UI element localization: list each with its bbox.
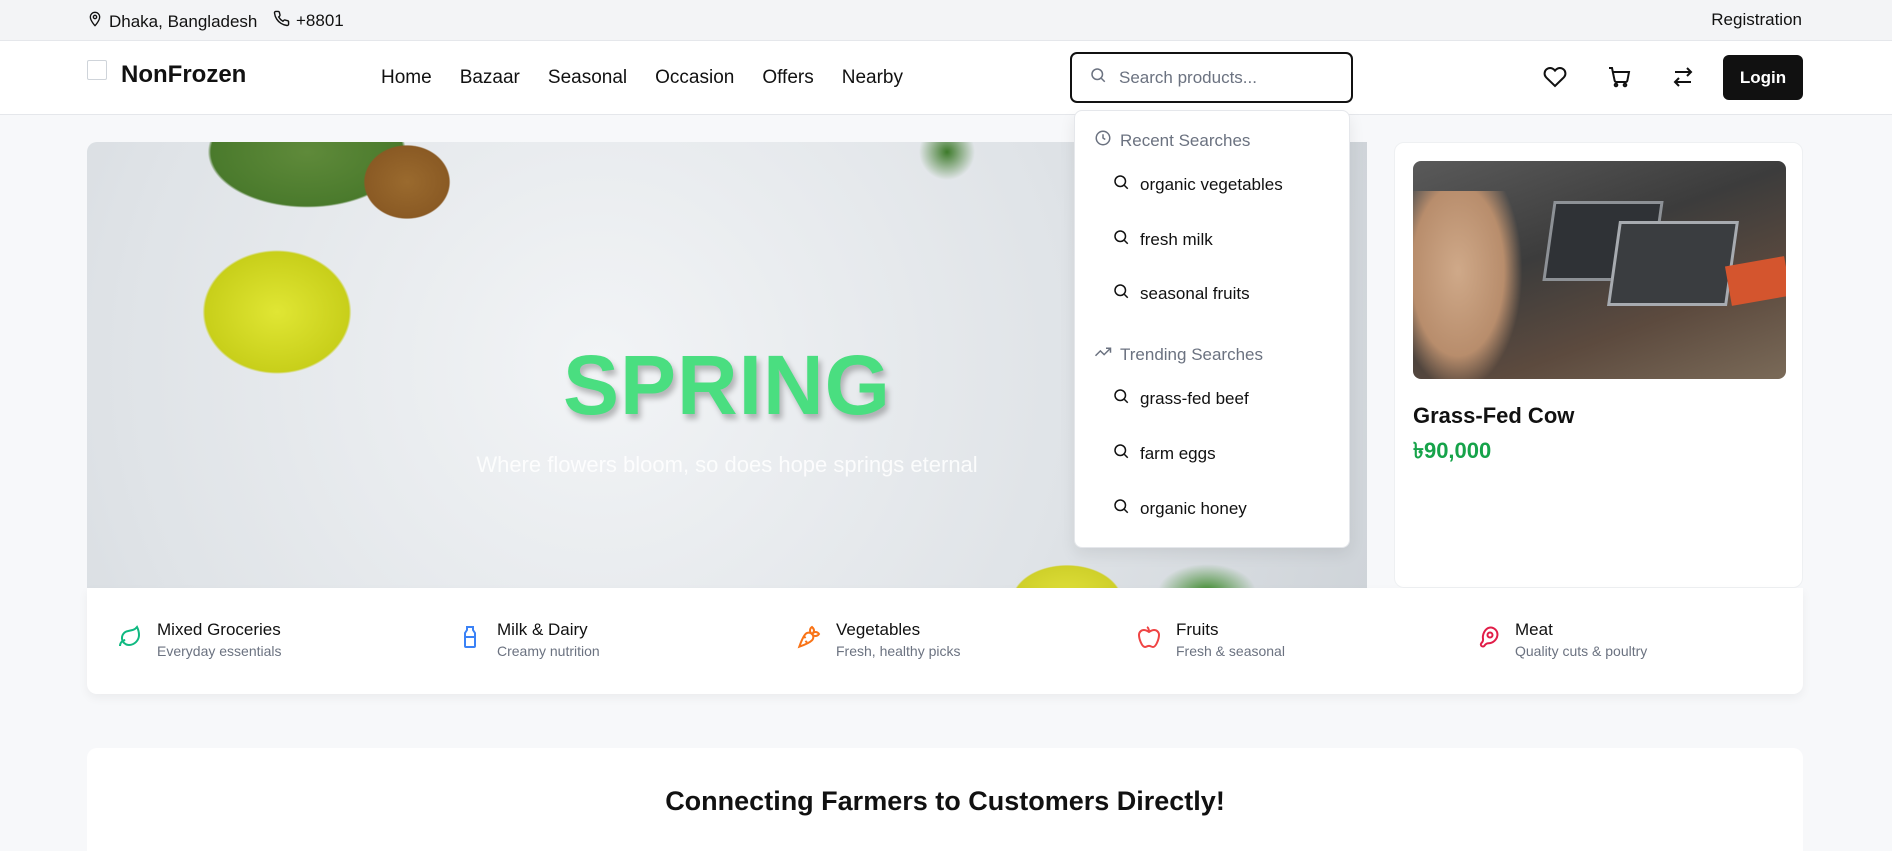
recent-searches-header: Recent Searches (1094, 129, 1250, 152)
trending-search-item[interactable]: grass-fed beef (1112, 387, 1249, 410)
category-subtitle: Creamy nutrition (497, 643, 600, 659)
heart-icon[interactable] (1543, 65, 1567, 89)
phone-info: +8801 (273, 10, 349, 32)
nav-seasonal[interactable]: Seasonal (548, 67, 627, 89)
map-pin-icon (87, 10, 103, 33)
location-text: Dhaka, Bangladesh (109, 11, 258, 31)
category-vegetables[interactable]: Vegetables Fresh, healthy picks (796, 620, 961, 659)
phone-icon (273, 10, 290, 32)
product-image (1413, 161, 1786, 379)
brand-name: NonFrozen (121, 61, 247, 88)
registration-link[interactable]: Registration (1711, 10, 1802, 30)
category-subtitle: Fresh & seasonal (1176, 643, 1285, 659)
category-subtitle: Everyday essentials (157, 643, 282, 659)
category-milk-dairy[interactable]: Milk & Dairy Creamy nutrition (457, 620, 600, 659)
compare-icon[interactable] (1671, 65, 1695, 89)
nav-home[interactable]: Home (381, 67, 432, 89)
meat-icon (1475, 624, 1501, 650)
search-icon (1089, 66, 1107, 89)
milk-bottle-icon (457, 624, 483, 650)
search-icon (1112, 282, 1130, 305)
phone-text: +8801 (296, 11, 344, 30)
category-title: Milk & Dairy (497, 620, 588, 639)
search-icon (1112, 228, 1130, 251)
recent-search-item[interactable]: organic vegetables (1112, 173, 1283, 196)
category-bar: Mixed Groceries Everyday essentials Milk… (87, 588, 1803, 694)
top-info-bar: Dhaka, Bangladesh +8801 Registration (0, 0, 1892, 41)
category-title: Meat (1515, 620, 1553, 639)
category-title: Vegetables (836, 620, 921, 639)
nav-offers[interactable]: Offers (762, 67, 813, 89)
nav-icons (1543, 65, 1695, 89)
nav-occasion[interactable]: Occasion (655, 67, 734, 89)
brand[interactable]: NonFrozen (87, 60, 247, 89)
category-fruits[interactable]: Fruits Fresh & seasonal (1136, 620, 1285, 659)
nav-bazaar[interactable]: Bazaar (460, 67, 520, 89)
search-icon (1112, 442, 1130, 465)
category-subtitle: Quality cuts & poultry (1515, 643, 1648, 659)
recent-search-item[interactable]: seasonal fruits (1112, 282, 1250, 305)
search-icon (1112, 173, 1130, 196)
trending-up-icon (1094, 343, 1112, 366)
category-title: Fruits (1176, 620, 1219, 639)
nav-nearby[interactable]: Nearby (842, 67, 903, 89)
category-meat[interactable]: Meat Quality cuts & poultry (1475, 620, 1647, 659)
section-title: Connecting Farmers to Customers Directly… (665, 786, 1225, 816)
login-button[interactable]: Login (1723, 55, 1803, 100)
clock-icon (1094, 129, 1112, 152)
featured-product-card[interactable]: Grass-Fed Cow ৳90,000 (1394, 142, 1803, 588)
location-info: Dhaka, Bangladesh (87, 10, 257, 33)
product-name: Grass-Fed Cow (1413, 403, 1575, 428)
carrot-icon (796, 624, 822, 650)
leaf-icon (117, 624, 143, 650)
trending-searches-header: Trending Searches (1094, 343, 1263, 366)
trending-search-item[interactable]: farm eggs (1112, 442, 1216, 465)
search-icon (1112, 497, 1130, 520)
trending-search-item[interactable]: organic honey (1112, 497, 1247, 520)
apple-icon (1136, 624, 1162, 650)
search-suggestions-dropdown: Recent Searches organic vegetables fresh… (1074, 110, 1350, 548)
category-title: Mixed Groceries (157, 620, 281, 639)
category-subtitle: Fresh, healthy picks (836, 643, 961, 659)
search-box[interactable] (1070, 52, 1353, 103)
farmers-section: Connecting Farmers to Customers Directly… (87, 748, 1803, 851)
product-price: ৳90,000 (1413, 438, 1492, 463)
search-icon (1112, 387, 1130, 410)
main-navbar: NonFrozen Home Bazaar Seasonal Occasion … (0, 41, 1892, 115)
nav-links: Home Bazaar Seasonal Occasion Offers Nea… (381, 67, 903, 89)
cart-icon[interactable] (1607, 65, 1631, 89)
logo-image (87, 60, 107, 80)
category-mixed-groceries[interactable]: Mixed Groceries Everyday essentials (117, 620, 282, 659)
search-input[interactable] (1119, 67, 1329, 88)
recent-search-item[interactable]: fresh milk (1112, 228, 1213, 251)
